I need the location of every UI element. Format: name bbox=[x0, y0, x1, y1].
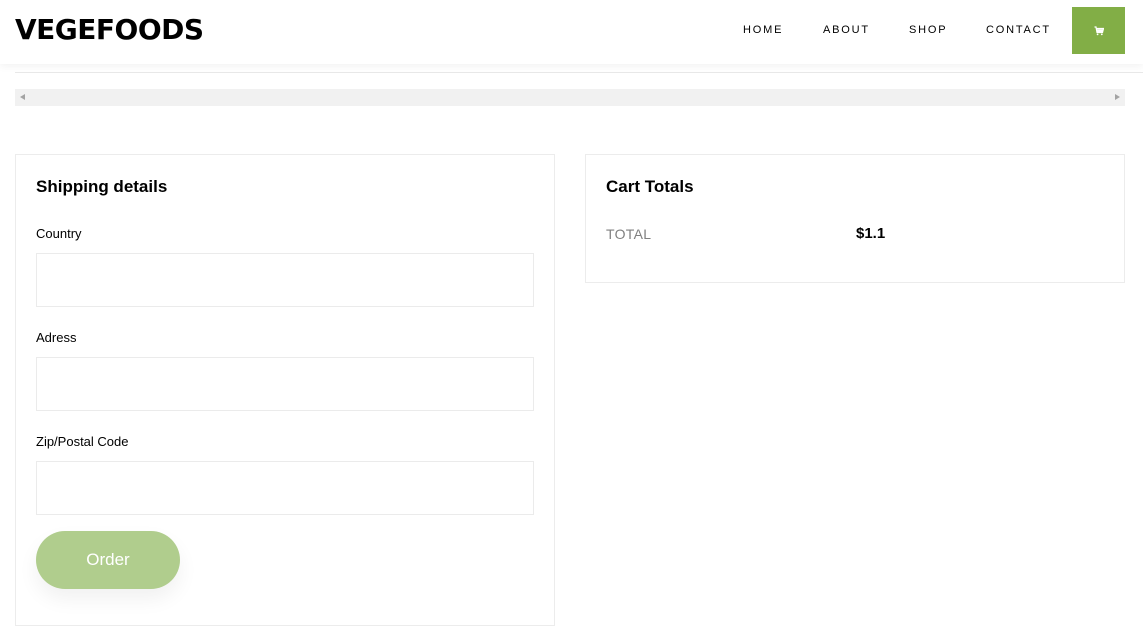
cart-totals-panel: Cart Totals TOTAL $1.1 bbox=[585, 154, 1125, 283]
total-value: $1.1 bbox=[856, 225, 886, 242]
shipping-details-title: Shipping details bbox=[36, 177, 168, 196]
nav-home[interactable]: HOME bbox=[743, 23, 783, 37]
shipping-details-panel: Shipping details Country Adress Zip/Post… bbox=[15, 154, 555, 626]
cart-button[interactable] bbox=[1072, 7, 1125, 54]
scroll-left-icon[interactable] bbox=[20, 94, 25, 100]
order-button[interactable]: Order bbox=[36, 531, 180, 589]
nav-shop[interactable]: SHOP bbox=[909, 23, 947, 37]
brand-logo[interactable]: VEGEFOODS bbox=[15, 13, 204, 47]
country-input[interactable] bbox=[36, 253, 534, 307]
divider bbox=[15, 72, 1143, 73]
total-label: TOTAL bbox=[606, 226, 652, 242]
zip-label: Zip/Postal Code bbox=[36, 434, 129, 449]
address-label: Adress bbox=[36, 330, 77, 345]
nav-about[interactable]: ABOUT bbox=[823, 23, 870, 37]
navbar: VEGEFOODS HOME ABOUT SHOP CONTACT bbox=[0, 0, 1143, 64]
horizontal-scrollbar[interactable] bbox=[15, 89, 1125, 106]
zip-input[interactable] bbox=[36, 461, 534, 515]
nav-contact[interactable]: CONTACT bbox=[986, 23, 1051, 37]
country-label: Country bbox=[36, 226, 82, 241]
cart-icon bbox=[1094, 25, 1104, 35]
address-input[interactable] bbox=[36, 357, 534, 411]
cart-totals-title: Cart Totals bbox=[606, 177, 694, 196]
scroll-right-icon[interactable] bbox=[1115, 94, 1120, 100]
